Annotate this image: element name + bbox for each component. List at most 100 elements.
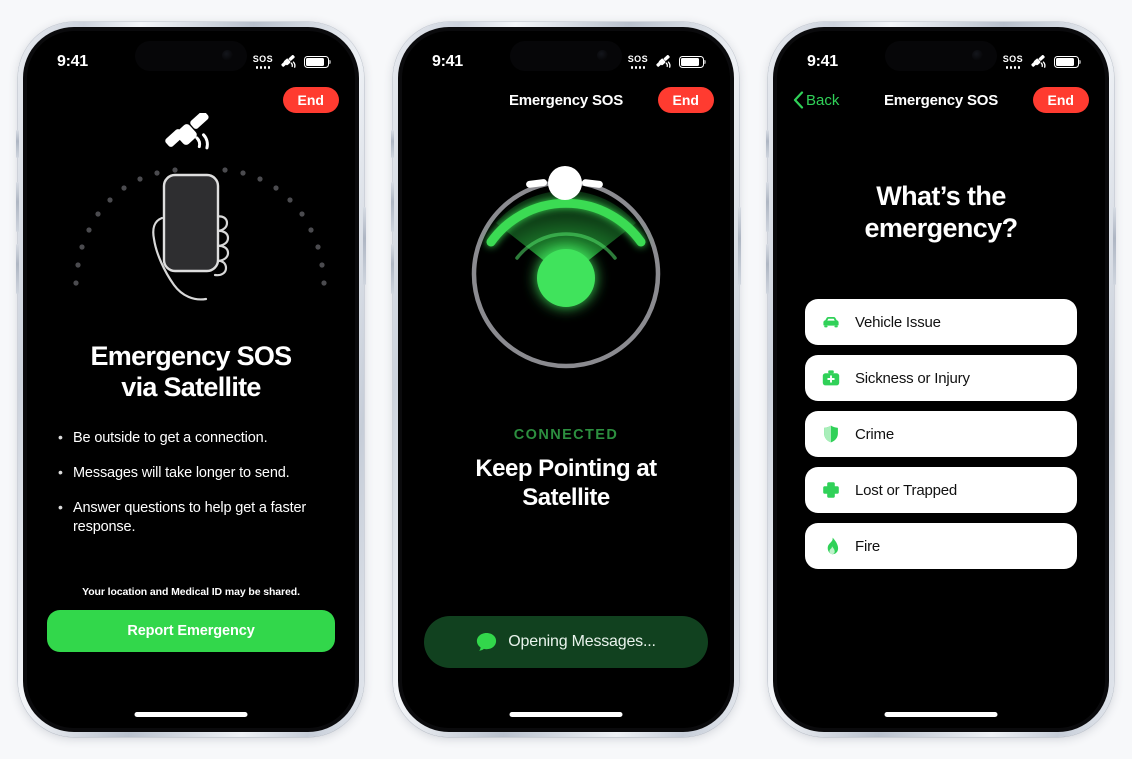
- nav-right-slot-1: End: [265, 87, 339, 113]
- option-label: Lost or Trapped: [855, 481, 958, 499]
- option-fire[interactable]: Fire: [805, 523, 1077, 569]
- nav-left-slot-3: Back: [793, 91, 867, 109]
- page-title-1: Emergency SOS via Satellite: [27, 341, 355, 403]
- screenshot-stage: 9:41 SOS End Emergency SOS via Satellite…: [0, 0, 1132, 759]
- satellite-illustration: [27, 113, 355, 328]
- question-line-1: What’s the: [876, 181, 1006, 211]
- power-button[interactable]: [738, 207, 741, 285]
- list-item: Answer questions to help get a faster re…: [55, 498, 333, 537]
- phone-questions: 9:41 SOS Back Emergency SOS End What’s t…: [766, 22, 1116, 737]
- nav-right-slot-2: End: [640, 87, 714, 113]
- back-button[interactable]: Back: [793, 91, 839, 109]
- onboarding-footer: Your location and Medical ID may be shar…: [47, 586, 335, 652]
- phone-onboarding: 9:41 SOS End Emergency SOS via Satellite…: [16, 22, 366, 737]
- sos-signal-dots: [255, 66, 271, 69]
- medical-kit-icon: [821, 368, 841, 388]
- phone-screen-2: 9:41 SOS Emergency SOS End CONNECTED Kee…: [402, 31, 730, 728]
- volume-up-button[interactable]: [391, 182, 394, 232]
- phone-screen-1: 9:41 SOS End Emergency SOS via Satellite…: [27, 31, 355, 728]
- option-label: Vehicle Issue: [855, 313, 941, 331]
- shield-icon: [821, 424, 841, 444]
- list-item: Messages will take longer to send.: [55, 463, 333, 483]
- silent-switch[interactable]: [16, 130, 19, 158]
- status-time: 9:41: [807, 53, 838, 70]
- opening-messages-button[interactable]: Opening Messages...: [424, 616, 708, 668]
- phone-bezel: 9:41 SOS: [398, 27, 734, 732]
- status-bar: 9:41 SOS: [402, 31, 730, 79]
- volume-down-button[interactable]: [766, 244, 769, 294]
- sos-signal-dots: [1005, 66, 1021, 69]
- medical-cross-icon: [821, 480, 841, 500]
- instructions-list: Be outside to get a connection. Messages…: [55, 428, 333, 552]
- status-icon-group: SOS: [253, 54, 332, 70]
- sos-indicator-label: SOS: [627, 54, 648, 65]
- silent-switch[interactable]: [766, 130, 769, 158]
- nav-bar-1: End: [27, 79, 355, 121]
- option-label: Sickness or Injury: [855, 369, 970, 387]
- satellite-icon: [656, 54, 671, 68]
- option-lost-or-trapped[interactable]: Lost or Trapped: [805, 467, 1077, 513]
- satellite-pointing-dial: [458, 166, 674, 382]
- sos-indicator-icon: SOS: [628, 55, 648, 69]
- flame-icon: [821, 536, 841, 556]
- phone-screen-3: 9:41 SOS Back Emergency SOS End What’s t…: [777, 31, 1105, 728]
- home-indicator[interactable]: [884, 712, 998, 717]
- volume-down-button[interactable]: [16, 244, 19, 294]
- title-line-2: via Satellite: [121, 371, 261, 402]
- option-crime[interactable]: Crime: [805, 411, 1077, 457]
- sos-indicator-icon: SOS: [253, 55, 273, 69]
- disclaimer-text: Your location and Medical ID may be shar…: [82, 586, 300, 598]
- status-bar: 9:41 SOS: [777, 31, 1105, 79]
- volume-up-button[interactable]: [16, 182, 19, 232]
- title-line-1: Emergency SOS: [90, 341, 293, 371]
- sos-indicator-icon: SOS: [1003, 55, 1023, 69]
- option-label: Fire: [855, 537, 881, 555]
- list-item: Be outside to get a connection.: [55, 428, 333, 448]
- volume-down-button[interactable]: [391, 244, 394, 294]
- satellite-icon: [1031, 54, 1046, 68]
- nav-title-3: Emergency SOS: [883, 91, 999, 109]
- sos-signal-dots: [630, 66, 646, 69]
- battery-icon: [304, 56, 332, 68]
- end-button[interactable]: End: [1032, 87, 1089, 113]
- option-vehicle-issue[interactable]: Vehicle Issue: [805, 299, 1077, 345]
- nav-bar-2: Emergency SOS End: [402, 79, 730, 121]
- car-icon: [821, 312, 841, 332]
- back-button-label: Back: [806, 91, 840, 109]
- headline-line-1: Keep Pointing at: [475, 455, 657, 482]
- nav-right-slot-3: End: [1015, 87, 1089, 113]
- sos-indicator-label: SOS: [1002, 54, 1023, 65]
- message-bubble-icon: [477, 633, 497, 651]
- status-bar: 9:41 SOS: [27, 31, 355, 79]
- status-time: 9:41: [432, 53, 463, 70]
- home-indicator[interactable]: [134, 712, 248, 717]
- volume-up-button[interactable]: [766, 182, 769, 232]
- silent-switch[interactable]: [391, 130, 394, 158]
- headline-line-2: Satellite: [522, 483, 610, 511]
- page-title-2: Keep Pointing at Satellite: [420, 455, 712, 513]
- end-button[interactable]: End: [657, 87, 714, 113]
- nav-title-2: Emergency SOS: [508, 91, 624, 109]
- emergency-options-list: Vehicle Issue Sickness or Injury Crime L…: [805, 299, 1077, 569]
- sos-indicator-label: SOS: [252, 54, 273, 65]
- page-title-3: What’s the emergency?: [797, 181, 1085, 244]
- dial-center-dot: [537, 249, 595, 307]
- end-button[interactable]: End: [282, 87, 339, 113]
- opening-messages-label: Opening Messages...: [508, 633, 656, 650]
- nav-bar-3: Back Emergency SOS End: [777, 79, 1105, 121]
- status-icon-group: SOS: [628, 54, 707, 70]
- phone-pointing: 9:41 SOS Emergency SOS End CONNECTED Kee…: [391, 22, 741, 737]
- home-indicator[interactable]: [509, 712, 623, 717]
- battery-icon: [679, 56, 707, 68]
- battery-icon: [1054, 56, 1082, 68]
- phone-bezel: 9:41 SOS: [23, 27, 359, 732]
- report-emergency-button[interactable]: Report Emergency: [47, 610, 335, 652]
- phone-bezel: 9:41 SOS: [773, 27, 1109, 732]
- option-sickness-or-injury[interactable]: Sickness or Injury: [805, 355, 1077, 401]
- connection-status-label: CONNECTED: [513, 427, 619, 443]
- question-line-2: emergency?: [864, 212, 1018, 243]
- status-time: 9:41: [57, 53, 88, 70]
- hand-holding-phone-icon: [152, 173, 230, 301]
- power-button[interactable]: [363, 207, 366, 285]
- power-button[interactable]: [1113, 207, 1116, 285]
